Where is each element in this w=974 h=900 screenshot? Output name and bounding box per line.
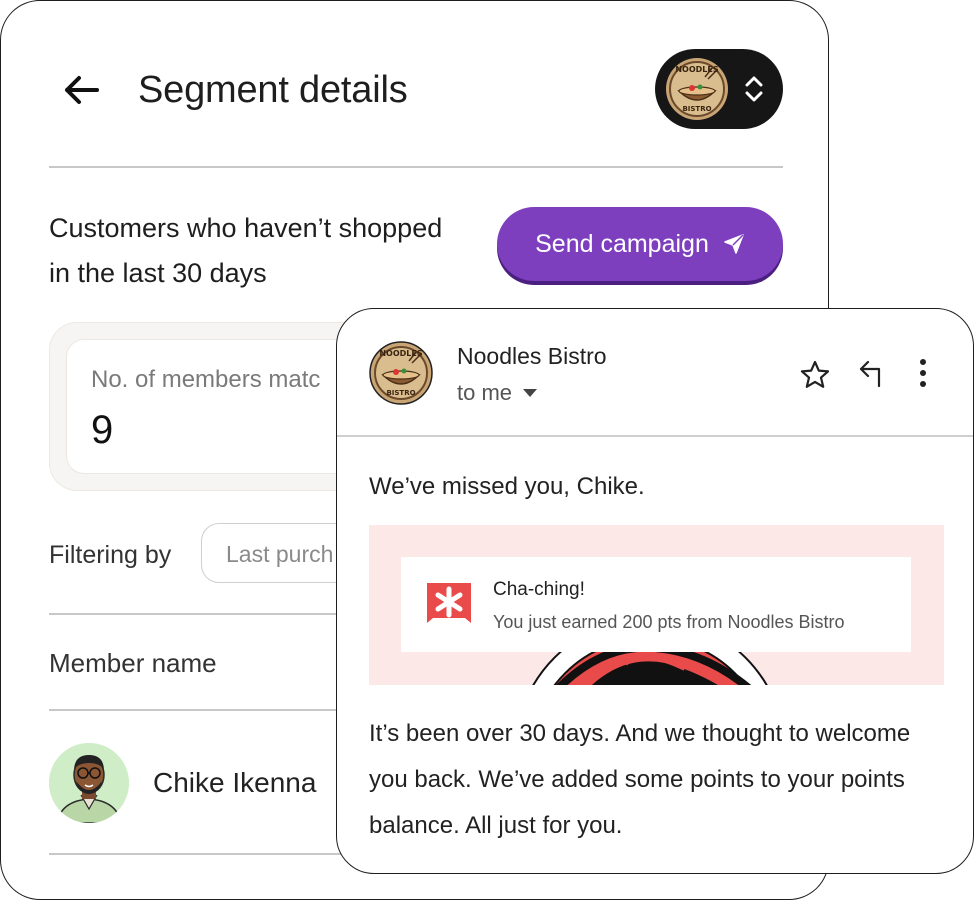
members-count-label: No. of members matc [91,366,321,393]
email-banner: Cha-ching! You just earned 200 pts from … [369,525,944,685]
star-icon[interactable] [799,359,831,391]
svg-text:BISTRO: BISTRO [682,105,711,113]
member-name[interactable]: Chike Ikenna [153,767,316,799]
chevron-up-down-icon [745,76,763,102]
email-body: It’s been over 30 days. And we thought t… [369,720,911,839]
header-divider [49,166,783,168]
svg-text:NOODLES: NOODLES [675,65,719,74]
send-campaign-label: Send campaign [535,229,709,258]
sender-avatar: NOODLES BISTRO [369,341,433,405]
page-title: Segment details [138,69,408,111]
filter-label: Filtering by [49,541,172,569]
notification-title: Cha-ching! [493,579,585,600]
avatar [49,743,129,823]
members-count-card: No. of members matc 9 [49,322,386,491]
column-header-member-name: Member name [49,648,217,678]
send-icon [724,234,744,254]
caret-down-icon [523,389,538,397]
segment-description: Customers who haven’t shopped in the las… [49,213,443,288]
member-avatar-illustration [49,743,129,823]
send-campaign-button[interactable]: Send campaign [497,207,783,281]
reply-icon[interactable] [857,359,885,389]
svg-text:NOODLES: NOODLES [379,349,423,358]
recipient-label: to me [457,380,513,405]
table-header-divider [49,709,349,711]
brand-switcher[interactable]: NOODLES BISTRO [655,49,783,129]
recipient-dropdown[interactable]: to me [457,380,538,406]
sender-name: Noodles Bistro [457,343,607,369]
asterisk-badge-icon [427,583,471,623]
email-header-divider [337,435,973,437]
email-preview-card: NOODLES BISTRO Noodles Bistro to me We’v… [336,308,974,874]
notification-card: Cha-ching! You just earned 200 pts from … [401,557,911,652]
filter-pill-label: Last purch [226,541,334,567]
more-vertical-icon[interactable] [917,357,929,389]
table-row-divider [49,853,349,855]
notification-body: You just earned 200 pts from Noodles Bis… [493,612,845,632]
back-button[interactable] [61,73,101,107]
members-count-value: 9 [91,408,114,452]
back-arrow-icon [65,76,99,104]
noodles-bistro-logo: NOODLES BISTRO [666,58,728,120]
table-top-divider [49,613,349,615]
email-greeting: We’ve missed you, Chike. [369,473,645,500]
svg-text:BISTRO: BISTRO [386,389,415,397]
